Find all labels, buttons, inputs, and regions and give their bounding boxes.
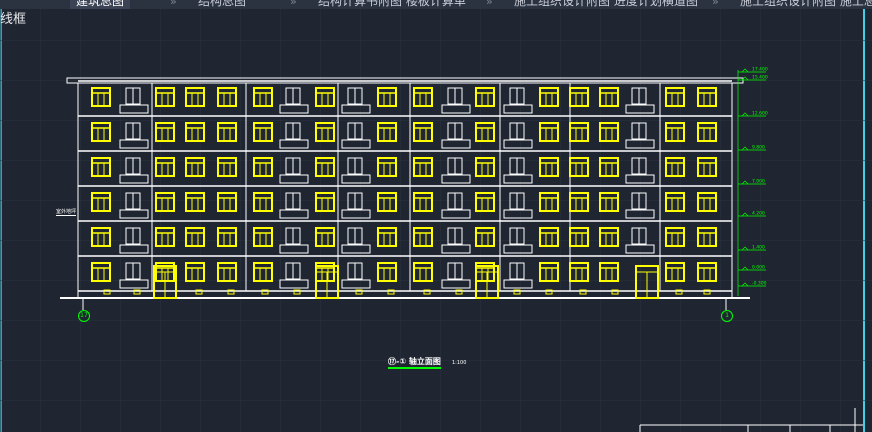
elevation-label: 4.200 (752, 211, 765, 217)
elevation-label: -0.300 (752, 281, 767, 287)
axis-label-right: 1 (725, 312, 729, 319)
elevation-label: 0.000 (752, 265, 765, 271)
elevation-label: 7.000 (752, 179, 765, 185)
drawing-scale: 1:100 (451, 360, 467, 366)
elevation-label: 9.800 (752, 145, 765, 151)
cad-app: 建筑总图 » 结构总图 » 结构计算书附图 楼板计算单 » 施工组织设计附图 进… (0, 0, 872, 432)
axis-label-left: 17 (80, 312, 88, 319)
elevation-label: 1.400 (752, 245, 765, 251)
drawing-title-text: ⑰-① 轴立面图 (388, 357, 441, 369)
elevation-label: 12.600 (752, 111, 768, 117)
elevation-label: 15.400 (752, 75, 768, 81)
elevation-label: 17.400 (752, 67, 768, 73)
drawing-title: ⑰-① 轴立面图 1:100 (388, 349, 467, 369)
axis-bubble-right: 1 (721, 310, 733, 322)
viewport-view-label[interactable]: 线框 (0, 8, 26, 27)
ground-level-label: 室外地坪 (56, 209, 77, 216)
axis-bubble-left: 17 (78, 310, 90, 322)
